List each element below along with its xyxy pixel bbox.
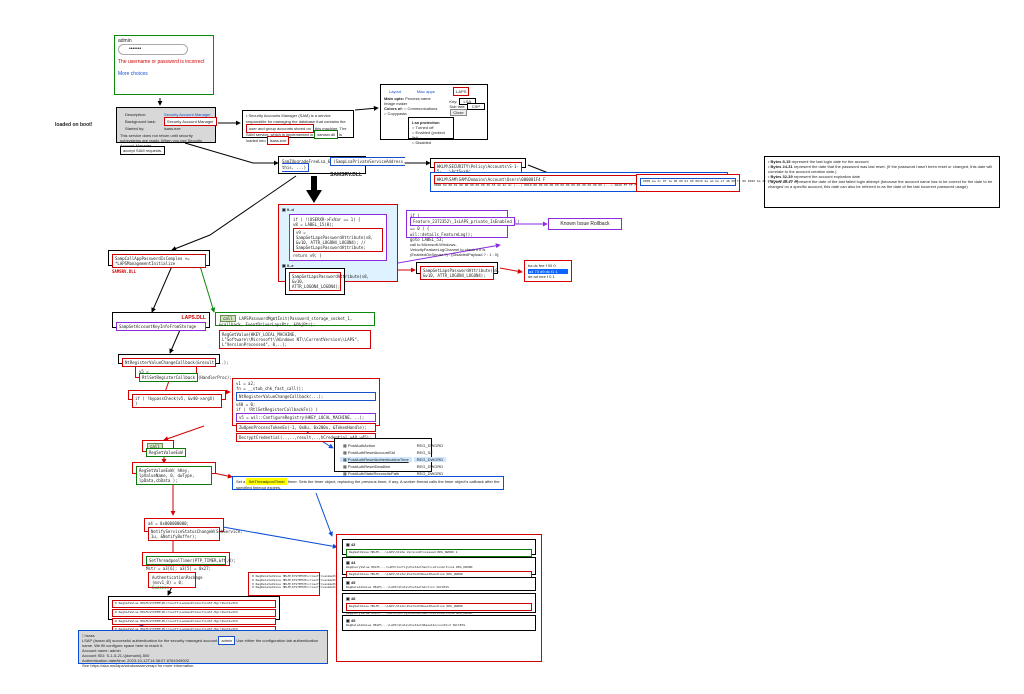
hex-small: SampGetLapsPasswordAttribute(v8, &v10, A… — [416, 262, 498, 274]
loaded-on-boot-label: loaded on boot! — [55, 122, 93, 128]
service-card: Description:Security Account Manager Bac… — [116, 107, 216, 143]
laps-code: v1 = a2; fn = __stub_chk_fast_call(); Nt… — [232, 378, 380, 426]
auth-pkg: AuthenticationPackage (msv1_0) = 0; Succ… — [148, 572, 196, 588]
login-card: admin ••••••• The username or password i… — [114, 35, 214, 95]
login-more-choices[interactable]: More choices — [118, 71, 210, 77]
lsap-event: □ lsass LSAP (lsasrv.dll) successful aut… — [78, 630, 328, 664]
login-warning: The username or password is incorrect — [118, 59, 210, 65]
laps-init-call: call LAPSPasswordMgmtInit(Password_stora… — [215, 312, 375, 326]
hex-sel: ba dc fee f 00 0 a4 73 d9 dc f1 1 de ad … — [524, 260, 572, 282]
samr-call: SamIUpgradeFreeLsa_6(SampLsaPrivateServi… — [278, 156, 366, 174]
code-block-2: SampGetLapsPasswordAttribute(v8, &v10, A… — [285, 268, 345, 295]
notify-svc: a4 = 0x800000000; NotifyServiceStatusCha… — [144, 518, 224, 532]
bytes-legend: • Bytes 8-15 represent the last login da… — [764, 156, 1000, 208]
call-setvalue: RegSetValueExW( hKey, lpValueName, 0, dw… — [132, 462, 216, 474]
samsrv-lbl-2: SAMSRV.DLL — [112, 269, 136, 274]
timer-thread: SetThreadpoolTimer(PTP_TIMER,&ft,0); Mst… — [142, 552, 230, 566]
svc-sam-name: Security Account Manager — [164, 117, 217, 126]
timer-desc: Set a SetThreadpoolTimer timer. Sets the… — [232, 476, 504, 490]
cb-small: v5 = RtlSetRegisterCallback(HandlerProc)… — [135, 366, 197, 378]
feature-check: if ( Feature_2372352\_IsLAPS_private_IsE… — [406, 210, 508, 238]
hex-context: 0000 ba dc 0f fe 00 00 01 00 0010 de ad … — [636, 174, 740, 192]
lsa-sub: Lsa protection ○ Turned off ○ Enabled (p… — [408, 117, 454, 139]
kir-box: Known Issue Rollback — [548, 218, 622, 230]
cb-register: NtRegisterValueChangeCallback(&result,..… — [118, 354, 220, 364]
close-button[interactable]: Close — [450, 109, 466, 116]
laps-highlight: LAPS — [453, 87, 469, 96]
event-detail: ▣ 43RegSetValue HKLM\...\LAPS\State Vers… — [336, 534, 542, 662]
ida-block: ▣ 9..d if ( !(USERXR->FxVar == 1) { v8 =… — [278, 204, 398, 282]
laps-header: LAPS.DLL SampGetAccountKeyInfoFromStorag… — [112, 312, 210, 328]
reg-table: ▦ PostAuthActionREG_DWORD ▦ PostAuthRese… — [334, 438, 432, 472]
sam-desc: • Security Accounts Manager (SAM) is a s… — [242, 110, 354, 138]
samp-calls: SampCallAppPasswordIsComplex += *LAPSMan… — [108, 250, 210, 266]
call-setvalue-small: call RegSetValueExW — [142, 440, 174, 452]
password-input[interactable]: ••••••• — [118, 44, 188, 54]
svc-tail: accept SAM requests. — [120, 146, 165, 155]
reg-path-acct: HKLM\SECURITY\Policy\Accounts\S-1-5-...\… — [430, 158, 526, 168]
procmon-set-b: 0 RegDeleteValue HKLM\SYSTEM\Microsoft\L… — [248, 572, 320, 596]
procexp-panel: Layout Misc apps LAPS Main opts: Process… — [380, 84, 488, 140]
samsrv-dll-label: SAMSRV.DLL — [282, 172, 362, 178]
laps-mid: if ( !bypassCheck(v5, &v40->argX) ) — [128, 390, 226, 400]
code-block-1: if ( !(USERXR->FxVar == 1) { v8 = LABEL_… — [289, 214, 387, 261]
svc-started-by: lsass.exe — [161, 126, 220, 131]
procmon-set-a: 0 RegSetValue HKLM\SYSTEM\Microsoft\Lanm… — [108, 596, 280, 620]
laps-dll-label: LAPS.DLL — [116, 315, 206, 321]
